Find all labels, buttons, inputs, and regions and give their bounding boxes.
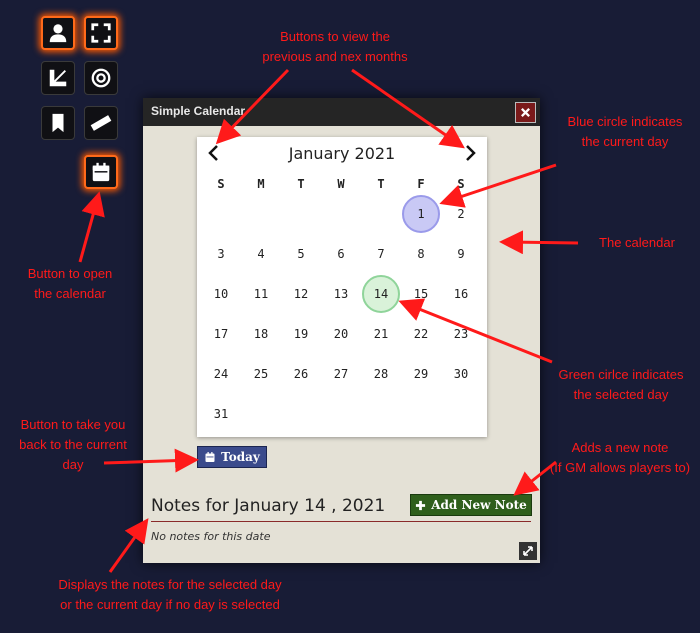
annotation-calendar: The calendar — [599, 235, 675, 250]
annotation-blue-circle: Blue circle indicates the current day — [567, 114, 683, 149]
arrow-next-month — [351, 68, 465, 149]
annotation-green-circle: Green cirlce indicates the selected day — [558, 367, 684, 402]
annotation-today-button: Button to take you back to the current day — [19, 417, 127, 472]
annotation-add-note: Adds a new note (If GM allows players to) — [549, 440, 691, 475]
arrow-prev-month — [215, 68, 290, 145]
arrow-selected-day — [398, 298, 553, 364]
annotation-open-button: Button to open the calendar — [27, 266, 113, 301]
arrow-calendar — [499, 230, 579, 255]
annotation-notes-display: Displays the notes for the selected day o… — [58, 577, 282, 612]
annotation-arrows — [78, 68, 579, 573]
arrow-notes — [108, 518, 149, 573]
annotation-nav-buttons: Buttons to view the previous and nex mont… — [262, 29, 408, 64]
arrow-current-day — [439, 163, 557, 208]
arrow-open-button — [78, 191, 105, 263]
